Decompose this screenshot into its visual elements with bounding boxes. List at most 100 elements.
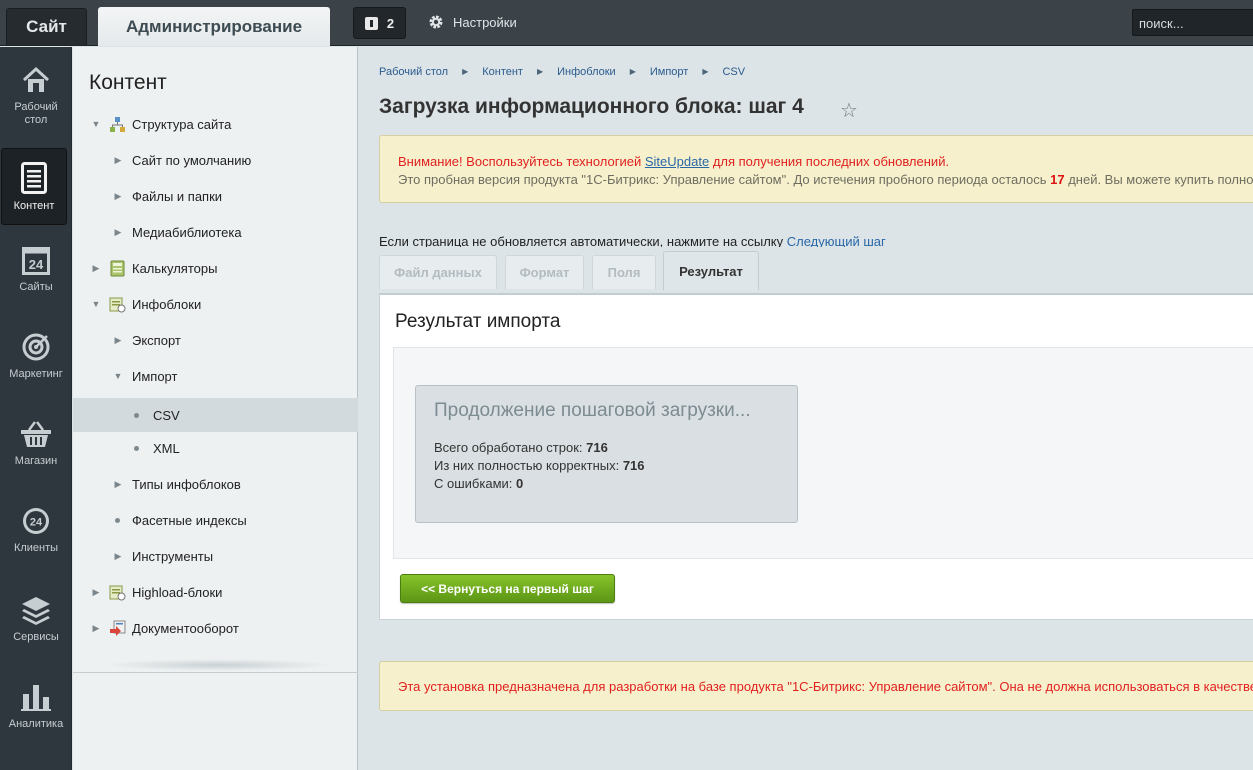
star-icon[interactable]: ☆ (840, 98, 858, 123)
highload-icon (109, 585, 126, 600)
chevron-right-icon[interactable]: ▶ (90, 587, 102, 598)
main-menu: Рабочий стол Контент 24 Сайты Маркетинг (0, 47, 72, 770)
nav-item-calculators[interactable]: ▶ Калькуляторы (73, 251, 358, 285)
search-input[interactable]: поиск... (1132, 9, 1253, 36)
nav-item-export[interactable]: ▶ Экспорт (73, 323, 358, 357)
nav-item-iblock-types[interactable]: ▶ Типы инфоблоков (73, 467, 358, 501)
result-panel: Результат импорта Продолжение пошаговой … (379, 293, 1253, 620)
nav-item-label: Фасетные индексы (132, 512, 247, 528)
nav-item-csv[interactable]: CSV (73, 398, 358, 432)
nav-item-label: CSV (153, 407, 180, 423)
menu-item-clients[interactable]: 24 Клиенты (0, 488, 72, 568)
workflow-icon (110, 620, 126, 636)
nav-item-label: Файлы и папки (132, 188, 223, 204)
breadcrumb-item[interactable]: Рабочий стол (379, 66, 448, 78)
basket-icon (21, 421, 51, 447)
home-icon (22, 66, 50, 92)
nav-item-default-site[interactable]: ▶ Сайт по умолчанию (73, 143, 358, 177)
notifications-count: 2 (386, 15, 395, 31)
siteupdate-link[interactable]: SiteUpdate (645, 154, 709, 169)
menu-item-label: Маркетинг (9, 368, 63, 380)
menu-item-analytics[interactable]: Аналитика (0, 664, 72, 744)
chevron-right-icon[interactable]: ▶ (112, 191, 124, 202)
chevron-right-icon[interactable]: ▶ (90, 623, 102, 634)
dev-install-notice: Эта установка предназначена для разработ… (379, 661, 1253, 711)
top-bar: Сайт Администрирование 2 Настройки поиск… (0, 0, 1253, 46)
nav-item-site-structure[interactable]: ▼ Структура сайта (73, 107, 358, 141)
nav-item-facet-indexes[interactable]: Фасетные индексы (73, 503, 358, 537)
menu-item-content[interactable]: Контент (1, 148, 67, 225)
chevron-down-icon[interactable]: ▼ (90, 299, 102, 309)
menu-item-label: Сайты (19, 281, 53, 293)
nav-item-label: Сайт по умолчанию (132, 152, 252, 168)
result-title: Результат импорта (395, 311, 561, 332)
nav-item-iblocks[interactable]: ▼ Инфоблоки (73, 287, 358, 321)
nav-item-import[interactable]: ▼ Импорт (73, 359, 358, 393)
page-title: Загрузка информационного блока: шаг 4 (379, 95, 804, 118)
nav-item-workflow[interactable]: ▶ Документооборот (73, 611, 358, 645)
admin-tab[interactable]: Администрирование (98, 7, 330, 46)
stat-errors: С ошибками: 0 (434, 476, 524, 491)
breadcrumb-item[interactable]: CSV (722, 66, 745, 78)
warning-text-suffix: для получения последних обновлений. (709, 154, 950, 169)
back-to-first-step-button[interactable]: << Вернуться на первый шаг (400, 574, 615, 603)
site-tab[interactable]: Сайт (6, 8, 87, 45)
menu-item-label: Рабочий стол (14, 101, 58, 126)
chevron-right-icon[interactable]: ▶ (112, 335, 124, 346)
nav-divider-shadow (103, 659, 333, 671)
chevron-down-icon[interactable]: ▼ (90, 119, 102, 129)
menu-item-shop[interactable]: Магазин (0, 401, 72, 481)
nav-item-xml[interactable]: XML (73, 431, 358, 465)
layers-icon (22, 597, 50, 625)
nav-item-label: Highload-блоки (132, 584, 223, 600)
chevron-down-icon[interactable]: ▼ (112, 371, 124, 381)
breadcrumb-item[interactable]: Инфоблоки (557, 66, 616, 78)
breadcrumb-item[interactable]: Контент (482, 66, 523, 78)
nav-item-highload[interactable]: ▶ Highload-блоки (73, 575, 358, 609)
chevron-right-icon[interactable]: ▶ (90, 263, 102, 274)
menu-item-label: Контент (13, 200, 55, 212)
menu-item-desktop[interactable]: Рабочий стол (0, 47, 72, 127)
progress-box: Продолжение пошаговой загрузки... Всего … (415, 385, 798, 523)
chevron-right-icon[interactable]: ▶ (112, 227, 124, 238)
bullet-icon (134, 412, 139, 418)
breadcrumb: Рабочий стол ▶ Контент ▶ Инфоблоки ▶ Имп… (379, 66, 745, 78)
chevron-right-icon[interactable]: ▶ (112, 551, 124, 562)
menu-item-marketing[interactable]: Маркетинг (0, 314, 72, 394)
settings-button[interactable]: Настройки (428, 14, 517, 30)
menu-item-label: Клиенты (13, 542, 59, 554)
nav-title: Контент (89, 71, 167, 94)
nav-item-label: Импорт (132, 368, 178, 384)
chevron-right-icon: ▶ (462, 67, 469, 76)
nav-item-media-library[interactable]: ▶ Медиабиблиотека (73, 215, 358, 249)
nav-item-label: Инструменты (132, 548, 214, 564)
next-step-link[interactable]: Следующий шаг (787, 234, 886, 247)
document-icon (21, 162, 47, 194)
gear-icon (429, 15, 443, 29)
refresh-text: Если страница не обновляется автоматичес… (379, 234, 787, 247)
trial-text: Это пробная версия продукта "1С-Битрикс:… (398, 172, 1051, 187)
nav-item-label: Калькуляторы (132, 260, 218, 276)
tab-format[interactable]: Формат (505, 255, 584, 289)
chevron-right-icon[interactable]: ▶ (112, 479, 124, 490)
nav-divider (73, 672, 358, 673)
stat-correct: Из них полностью корректных: 716 (434, 458, 645, 473)
chevron-right-icon: ▶ (702, 67, 709, 76)
menu-item-sites[interactable]: 24 Сайты (0, 227, 72, 307)
notification-icon (364, 16, 378, 30)
breadcrumb-item[interactable]: Импорт (650, 66, 688, 78)
menu-item-services[interactable]: Сервисы (0, 577, 72, 657)
chevron-right-icon[interactable]: ▶ (112, 155, 124, 166)
nav-item-tools[interactable]: ▶ Инструменты (73, 539, 358, 573)
trial-text-suffix: дней. Вы можете купить полно (1064, 172, 1253, 187)
nav-item-files-folders[interactable]: ▶ Файлы и папки (73, 179, 358, 213)
nav-item-label: Экспорт (132, 332, 181, 348)
tab-result[interactable]: Результат (663, 251, 759, 290)
site-structure-icon (110, 116, 125, 132)
menu-item-label: Аналитика (8, 718, 64, 730)
tab-data-file[interactable]: Файл данных (379, 255, 497, 289)
tab-fields[interactable]: Поля (592, 255, 656, 289)
bullet-icon (134, 445, 139, 451)
notifications-button[interactable]: 2 (353, 7, 406, 39)
nav-item-label: Медиабиблиотека (132, 224, 242, 240)
